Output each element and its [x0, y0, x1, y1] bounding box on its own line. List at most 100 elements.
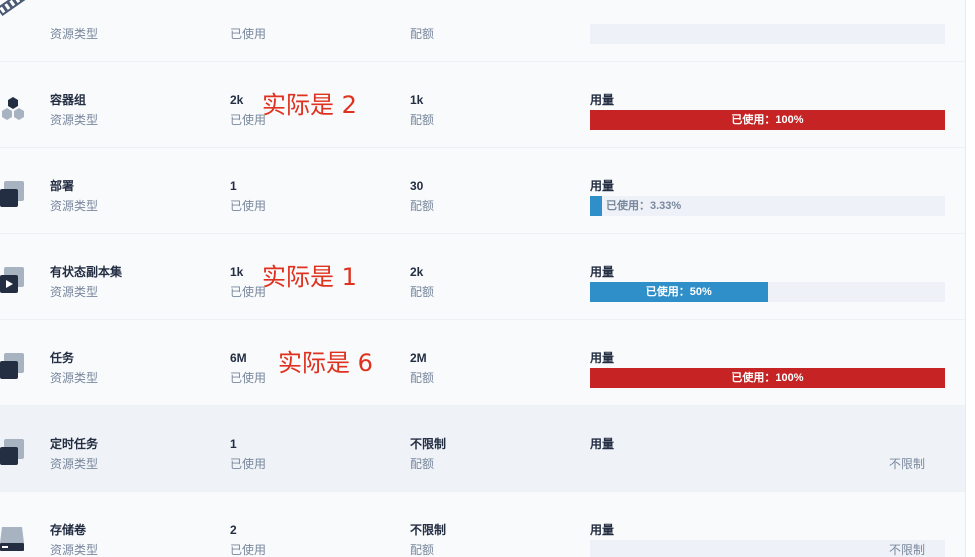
- quota-col: 2k 配额: [410, 264, 434, 300]
- usage-col: [590, 6, 945, 44]
- usage-bar: 不限制: [590, 454, 945, 474]
- quota-row: 存储卷 资源类型 2 已使用 不限制 配额 用量 不限制: [0, 492, 965, 557]
- annotation-note: 实际是 6: [278, 349, 373, 377]
- usage-label: 用量: [590, 93, 615, 107]
- used-value: 1: [230, 179, 237, 193]
- usage-bar: 已使用：3.33%: [590, 196, 945, 216]
- usage-label: 用量: [590, 179, 615, 193]
- quota-value: 不限制: [410, 523, 447, 537]
- usage-bar-text: 已使用：100%: [731, 372, 804, 384]
- resource-name-col: 资源类型: [50, 6, 98, 42]
- used-col: 6M 已使用: [230, 350, 266, 386]
- used-col: 1 已使用: [230, 436, 266, 472]
- used-value: 1k: [230, 265, 244, 279]
- usage-label: 用量: [590, 265, 615, 279]
- usage-bar-fill: [590, 196, 602, 216]
- usage-col: 用量 已使用：100%: [590, 92, 945, 130]
- usage-bar: 不限制: [590, 540, 945, 557]
- used-label: 已使用: [230, 543, 267, 557]
- resource-name-col: 任务 资源类型: [50, 350, 98, 386]
- used-label: 已使用: [230, 285, 267, 299]
- quota-label: 配额: [410, 371, 435, 385]
- usage-bar: [590, 24, 945, 44]
- quota-label: 配额: [410, 457, 435, 471]
- quota-col: 不限制 配额: [410, 436, 446, 472]
- quota-label: 配额: [410, 285, 435, 299]
- resource-name-label: 资源类型: [50, 27, 99, 41]
- quota-row: 容器组 资源类型 2k 已使用 1k 配额 用量 已使用：100% 实际是 2: [0, 62, 965, 148]
- annotation-note: 实际是 1: [262, 263, 357, 291]
- used-label: 已使用: [230, 371, 267, 385]
- resource-name-col: 有状态副本集 资源类型: [50, 264, 122, 300]
- volume-icon: [0, 527, 24, 551]
- resource-name-label: 资源类型: [50, 113, 99, 127]
- used-col: 2 已使用: [230, 522, 266, 557]
- quota-label: 配额: [410, 113, 435, 127]
- used-value: [230, 6, 266, 22]
- resource-name-col: 存储卷 资源类型: [50, 522, 98, 557]
- quota-value: [410, 6, 434, 22]
- used-col: 2k 已使用: [230, 92, 266, 128]
- quota-value: 不限制: [410, 437, 447, 451]
- used-label: 已使用: [230, 27, 267, 41]
- quota-value: 2M: [410, 351, 427, 365]
- usage-bar-text: 已使用：100%: [731, 114, 804, 126]
- usage-col: 用量 已使用：50%: [590, 264, 945, 302]
- resource-name-label: 资源类型: [50, 543, 99, 557]
- quota-value: 30: [410, 179, 424, 193]
- usage-bar-text: 已使用：50%: [645, 286, 712, 298]
- usage-label: [590, 6, 945, 22]
- usage-label: 用量: [590, 437, 615, 451]
- quota-value: 1k: [410, 93, 424, 107]
- resource-name-col: 定时任务 资源类型: [50, 436, 98, 472]
- quota-col: 不限制 配额: [410, 522, 446, 557]
- usage-bar: 已使用：100%: [590, 110, 945, 130]
- usage-label: 用量: [590, 523, 615, 537]
- storage-class-icon: [0, 0, 26, 17]
- usage-col: 用量 不限制: [590, 522, 945, 557]
- quota-label: 配额: [410, 543, 435, 557]
- pods-icon: [2, 97, 24, 120]
- resource-name-col: 部署 资源类型: [50, 178, 98, 214]
- deployment-icon: [0, 181, 24, 207]
- resource-name: 定时任务: [50, 437, 99, 451]
- resource-name-col: 容器组 资源类型: [50, 92, 98, 128]
- scrollbar[interactable]: [965, 0, 975, 557]
- quota-row: 有状态副本集 资源类型 1k 已使用 2k 配额 用量 已使用：50% 实际是 …: [0, 234, 965, 320]
- quota-col: 2M 配额: [410, 350, 434, 386]
- quota-row: 定时任务 资源类型 1 已使用 不限制 配额 用量 不限制: [0, 406, 965, 492]
- quota-col: 配额: [410, 6, 434, 42]
- resource-name-label: 资源类型: [50, 199, 99, 213]
- resource-name: [50, 6, 98, 22]
- usage-bar: 已使用：100%: [590, 368, 945, 388]
- quota-row: 任务 资源类型 6M 已使用 2M 配额 用量 已使用：100% 实际是 6: [0, 320, 965, 406]
- used-value: 1: [230, 437, 237, 451]
- resource-name-label: 资源类型: [50, 285, 99, 299]
- used-value: 2: [230, 523, 237, 537]
- annotation-note: 实际是 2: [262, 91, 357, 119]
- quota-label: 配额: [410, 27, 435, 41]
- quota-row: 部署 资源类型 1 已使用 30 配额 用量 已使用：3.33%: [0, 148, 965, 234]
- used-value: 6M: [230, 351, 247, 365]
- job-icon: [0, 353, 24, 379]
- quota-col: 30 配额: [410, 178, 434, 214]
- used-col: 已使用: [230, 6, 266, 42]
- usage-col: 用量 不限制: [590, 436, 945, 474]
- statefulset-icon: [0, 267, 24, 293]
- quota-row: 资源类型 已使用 配额: [0, 0, 965, 62]
- usage-bar-text: 已使用：3.33%: [606, 200, 682, 212]
- used-value: 2k: [230, 93, 244, 107]
- cronjob-icon: [0, 439, 24, 465]
- resource-name: 容器组: [50, 93, 87, 107]
- usage-col: 用量 已使用：100%: [590, 350, 945, 388]
- resource-name-label: 资源类型: [50, 371, 99, 385]
- usage-col: 用量 已使用：3.33%: [590, 178, 945, 216]
- quota-col: 1k 配额: [410, 92, 434, 128]
- usage-label: 用量: [590, 351, 615, 365]
- quota-label: 配额: [410, 199, 435, 213]
- resource-name: 任务: [50, 351, 75, 365]
- quota-value: 2k: [410, 265, 424, 279]
- resource-name: 有状态副本集: [50, 265, 123, 279]
- used-label: 已使用: [230, 457, 267, 471]
- resource-quota-list: 资源类型 已使用 配额 容器组 资源类型 2k 已使用 1k 配额 用量 已使用…: [0, 0, 965, 557]
